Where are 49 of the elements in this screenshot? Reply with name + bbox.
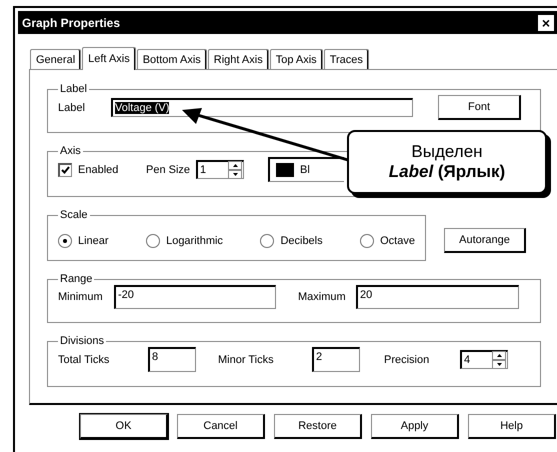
callout-text: Выделен <box>411 142 483 162</box>
group-title: Axis <box>59 145 82 157</box>
tab[interactable]: Traces <box>324 49 369 69</box>
close-button[interactable]: × <box>538 14 554 30</box>
callout-text: Label (Ярлык) <box>388 162 506 182</box>
radio-label: Logarithmic <box>166 234 223 246</box>
spin-buttons-icon[interactable] <box>228 160 242 178</box>
dialog-button[interactable]: Help <box>468 414 556 439</box>
radio-dot-icon <box>63 238 67 242</box>
field-label: Label <box>58 102 86 114</box>
field-label: Pen Size <box>146 164 190 176</box>
field-label: Minor Ticks <box>218 354 275 366</box>
radio-button[interactable] <box>260 234 274 248</box>
group-title: Label <box>59 83 88 95</box>
maximum-input[interactable]: 20 <box>356 285 519 309</box>
color-name: Bl <box>300 164 310 176</box>
total-ticks-input[interactable]: 8 <box>148 347 196 372</box>
dialog-button[interactable]: OK <box>80 414 168 439</box>
checkbox-label: Enabled <box>78 164 120 176</box>
color-dropdown[interactable]: Bl <box>268 157 344 182</box>
font-button[interactable]: Font <box>438 95 521 120</box>
tab[interactable]: General <box>30 49 82 69</box>
autorange-button[interactable]: Autorange <box>444 228 526 252</box>
dialog-button[interactable]: Apply <box>371 414 459 439</box>
dialog-button[interactable]: Restore <box>274 414 362 439</box>
radio-button[interactable] <box>58 234 72 248</box>
field-label: Precision <box>384 354 430 366</box>
group-title: Range <box>59 273 94 285</box>
field-label: Total Ticks <box>58 354 110 366</box>
radio-button[interactable] <box>146 234 160 248</box>
radio-button[interactable] <box>360 234 374 248</box>
radio-label: Linear <box>78 234 109 246</box>
radio-label: Decibels <box>280 234 323 246</box>
field-label: Minimum <box>58 291 104 303</box>
minimum-input[interactable]: -20 <box>114 285 276 309</box>
spin-buttons-icon[interactable] <box>492 350 506 368</box>
tab[interactable]: Top Axis <box>270 49 323 69</box>
group-title: Divisions <box>59 335 106 347</box>
tab[interactable]: Bottom Axis <box>136 49 207 69</box>
minor-ticks-input[interactable]: 2 <box>312 347 360 372</box>
checkbox[interactable] <box>58 162 72 176</box>
window-title: Graph Properties <box>22 16 120 30</box>
dialog-button[interactable]: Cancel <box>177 414 265 439</box>
group-title: Scale <box>59 209 89 221</box>
field-label: Maximum <box>298 291 347 303</box>
radio-label: Octave <box>380 234 415 246</box>
tab[interactable]: Left Axis <box>82 47 136 70</box>
tab[interactable]: Right Axis <box>208 49 269 69</box>
label-input[interactable]: Voltage (V) <box>111 98 413 117</box>
